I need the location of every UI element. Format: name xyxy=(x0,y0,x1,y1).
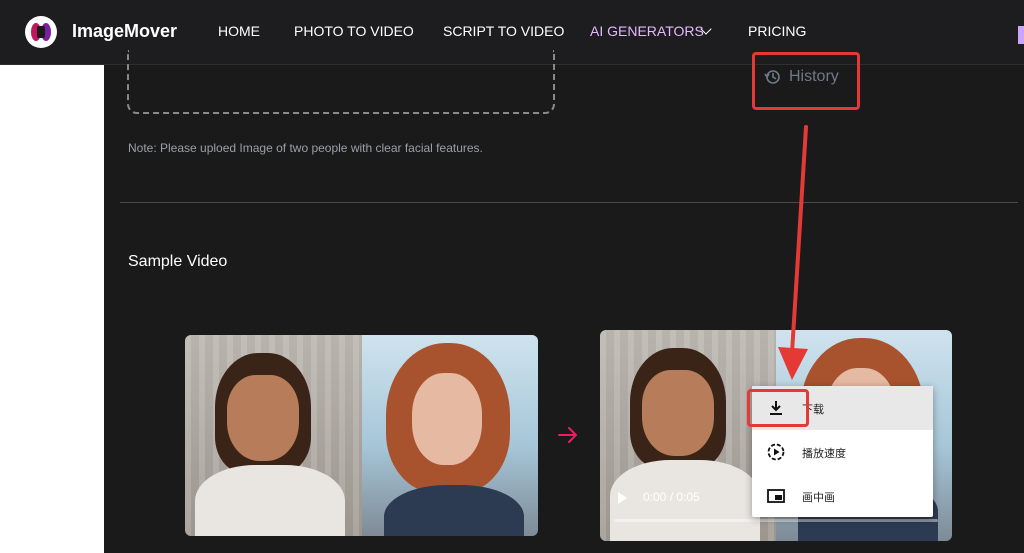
nav-pricing[interactable]: PRICING xyxy=(748,23,806,39)
logo-icon[interactable] xyxy=(25,16,57,48)
upload-dropzone[interactable] xyxy=(127,50,555,114)
arrow-right-icon xyxy=(558,427,578,443)
upload-note: Note: Please uploed Image of two people … xyxy=(128,141,483,155)
man-photo xyxy=(185,335,362,536)
brand-name[interactable]: ImageMover xyxy=(72,21,177,42)
sample-input-image xyxy=(185,335,538,536)
nav-script-to-video[interactable]: SCRIPT TO VIDEO xyxy=(443,23,564,39)
menu-item-playback-speed[interactable]: 播放速度 xyxy=(752,430,933,474)
nav-ai-generators[interactable]: AI GENERATORS xyxy=(590,23,704,39)
picture-in-picture-icon xyxy=(767,489,785,503)
nav-home[interactable]: HOME xyxy=(218,23,260,39)
menu-item-label: 画中画 xyxy=(802,492,835,504)
menu-item-picture-in-picture[interactable]: 画中画 xyxy=(752,474,933,518)
man-photo xyxy=(600,330,776,541)
playback-speed-icon xyxy=(767,443,785,461)
section-title: Sample Video xyxy=(128,253,228,270)
nav-photo-to-video[interactable]: PHOTO TO VIDEO xyxy=(294,23,414,39)
section-divider xyxy=(120,202,1018,203)
annotation-box-history xyxy=(752,52,860,110)
play-icon[interactable] xyxy=(618,492,627,504)
annotation-arrow xyxy=(778,125,808,380)
left-sidebar-blank xyxy=(0,65,104,553)
video-time: 0:00 / 0:05 xyxy=(643,490,700,504)
menu-item-label: 播放速度 xyxy=(802,448,846,460)
annotation-box-download xyxy=(747,389,809,427)
nav-cta-edge[interactable] xyxy=(1018,26,1024,44)
woman-photo xyxy=(361,335,538,536)
video-progress-bar[interactable] xyxy=(614,519,938,522)
